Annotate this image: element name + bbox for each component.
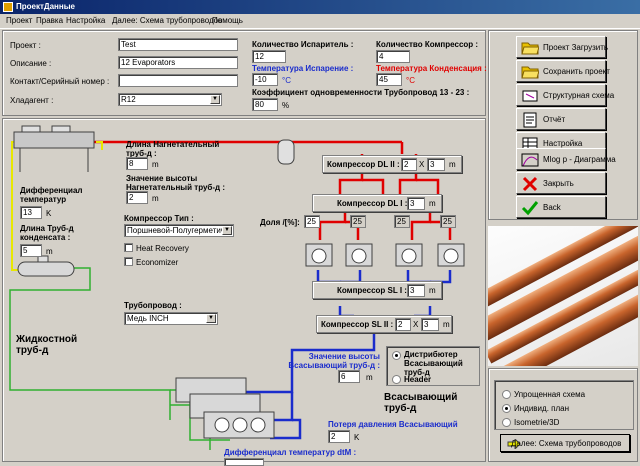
load-project-button[interactable]: Проект Загрузить bbox=[516, 36, 608, 58]
pressure-drop-input[interactable]: 2 bbox=[328, 430, 350, 443]
copper-pipes-illustration bbox=[488, 226, 638, 366]
chart-icon bbox=[521, 153, 539, 167]
copper-pipes-image bbox=[488, 226, 638, 366]
folder-save-icon bbox=[521, 66, 539, 79]
chevron-down-icon: ▼ bbox=[222, 226, 232, 235]
comp-type-select[interactable]: Поршневой-Полугерметич ▼ bbox=[124, 224, 234, 237]
comp-dl2-a-input[interactable]: 2 bbox=[401, 158, 417, 171]
suction-height-input[interactable]: 6 bbox=[338, 370, 360, 383]
share-input-2: 25 bbox=[350, 215, 366, 228]
discharge-length-label: Длина Нагнетательный труб-д : bbox=[126, 140, 220, 158]
heat-recovery-checkbox[interactable] bbox=[124, 243, 133, 252]
header-label: Header bbox=[404, 375, 432, 384]
liquid-line-label: Жидкостной труб-д bbox=[16, 334, 78, 356]
save-project-button[interactable]: Сохранить проект bbox=[516, 60, 610, 82]
schema-icon bbox=[522, 90, 538, 102]
distributor-radio[interactable] bbox=[392, 351, 401, 360]
folder-open-icon bbox=[521, 42, 539, 55]
comp-sl1-label: Компрессор SL I : bbox=[337, 286, 407, 295]
comp-sl1-unit: m bbox=[429, 286, 436, 295]
pressure-drop-unit: K bbox=[354, 433, 360, 442]
diff-temp-dtm-input[interactable] bbox=[224, 458, 264, 466]
share-input-3: 25 bbox=[394, 215, 410, 228]
report-button[interactable]: Отчёт bbox=[516, 108, 606, 130]
discharge-height-label: Значение высоты Нагнетательный труб-д : bbox=[126, 174, 225, 192]
economizer-label: Economizer bbox=[136, 258, 179, 267]
close-button[interactable]: Закрыть bbox=[516, 172, 606, 194]
discharge-height-unit: m bbox=[152, 194, 159, 203]
diff-temp-input[interactable]: 13 bbox=[20, 206, 42, 219]
comp-sl2-box: Компрессор SL II : 2 X 3 m bbox=[316, 315, 452, 333]
comp-sl1-box: Компрессор SL I : 3 m bbox=[312, 281, 442, 299]
comp-dl1-label: Компрессор DL I : bbox=[337, 199, 408, 208]
share-input-4: 25 bbox=[440, 215, 456, 228]
next-piping-button[interactable]: Далее: Схема трубопроводов bbox=[500, 434, 630, 452]
discharge-length-unit: m bbox=[152, 160, 159, 169]
comp-dl2-unit: m bbox=[449, 160, 456, 169]
diff-temp-unit: K bbox=[46, 209, 52, 218]
discharge-height-input[interactable]: 2 bbox=[126, 191, 148, 204]
comp-dl1-input[interactable]: 3 bbox=[407, 197, 425, 210]
compressors bbox=[305, 243, 465, 267]
discharge-length-input[interactable]: 8 bbox=[126, 157, 148, 170]
suction-height-label: Значение высоты Всасывающий труб-д : bbox=[288, 352, 380, 370]
comp-type-label: Компрессор Тип : bbox=[124, 214, 194, 223]
pipeline-select[interactable]: Медь INCH ▼ bbox=[124, 312, 218, 325]
header-radio[interactable] bbox=[392, 375, 401, 384]
report-icon bbox=[523, 112, 537, 128]
simple-scheme-radio[interactable] bbox=[502, 390, 511, 399]
diff-temp-dtm-label: Дифференциал температур dtM : bbox=[224, 448, 357, 457]
individual-plan-radio[interactable] bbox=[502, 404, 511, 413]
isometric-radio[interactable] bbox=[502, 418, 511, 427]
suction-height-unit: m bbox=[366, 373, 373, 382]
comp-dl2-label: Компрессор DL II : bbox=[327, 160, 400, 169]
condensate-length-unit: m bbox=[46, 247, 53, 256]
share-label: Доля /[%]: bbox=[260, 218, 300, 227]
oil-separator bbox=[277, 139, 295, 165]
comp-sl2-unit: m bbox=[443, 320, 450, 329]
condensate-length-input[interactable]: 5 bbox=[20, 244, 42, 257]
distributor-label: Дистрибютер Всасывающий труб-д bbox=[404, 350, 463, 377]
comp-sl2-times: X bbox=[413, 320, 419, 329]
comp-dl2-box: Компрессор DL II : 2 X 3 m bbox=[322, 155, 462, 173]
chevron-down-icon: ▼ bbox=[206, 314, 216, 323]
condensate-length-label: Длина Труб-д конденсата : bbox=[20, 224, 74, 242]
comp-sl2-label: Компрессор SL II : bbox=[321, 320, 394, 329]
receiver-tank bbox=[17, 255, 75, 277]
pressure-drop-label: Потеря давления Всасывающий bbox=[328, 420, 458, 429]
simple-scheme-label: Упрощенная схема bbox=[514, 390, 586, 399]
suction-line-label: Всасывающий труб-д bbox=[384, 392, 458, 414]
mlogp-diagram-button[interactable]: Mlog p - Диаграмма bbox=[516, 148, 616, 170]
diff-temp-label: Дифференциал температур bbox=[20, 186, 83, 204]
back-button[interactable]: Back bbox=[516, 196, 606, 218]
comp-type-value: Поршневой-Полугерметич bbox=[127, 226, 225, 235]
comp-sl2-b-input[interactable]: 3 bbox=[421, 318, 439, 331]
pipeline-label: Трубопровод : bbox=[124, 301, 182, 310]
heat-recovery-label: Heat Recovery bbox=[136, 244, 189, 253]
economizer-checkbox[interactable] bbox=[124, 257, 133, 266]
pipeline-value: Медь INCH bbox=[127, 314, 169, 323]
comp-dl1-unit: m bbox=[429, 199, 436, 208]
individual-plan-label: Индивид. план bbox=[514, 404, 570, 413]
comp-sl2-a-input[interactable]: 2 bbox=[395, 318, 411, 331]
checkmark-icon bbox=[521, 201, 539, 216]
isometric-label: Isometrie/3D bbox=[514, 418, 560, 427]
condenser-unit bbox=[13, 125, 95, 172]
share-input-1[interactable]: 25 bbox=[304, 215, 320, 228]
comp-sl1-input[interactable]: 3 bbox=[407, 284, 425, 297]
comp-dl2-times: X bbox=[419, 160, 425, 169]
close-icon bbox=[522, 176, 538, 192]
structure-diagram-button[interactable]: Структурная схема bbox=[516, 84, 614, 106]
comp-dl1-box: Компрессор DL I : 3 m bbox=[312, 194, 442, 212]
comp-dl2-b-input[interactable]: 3 bbox=[427, 158, 445, 171]
